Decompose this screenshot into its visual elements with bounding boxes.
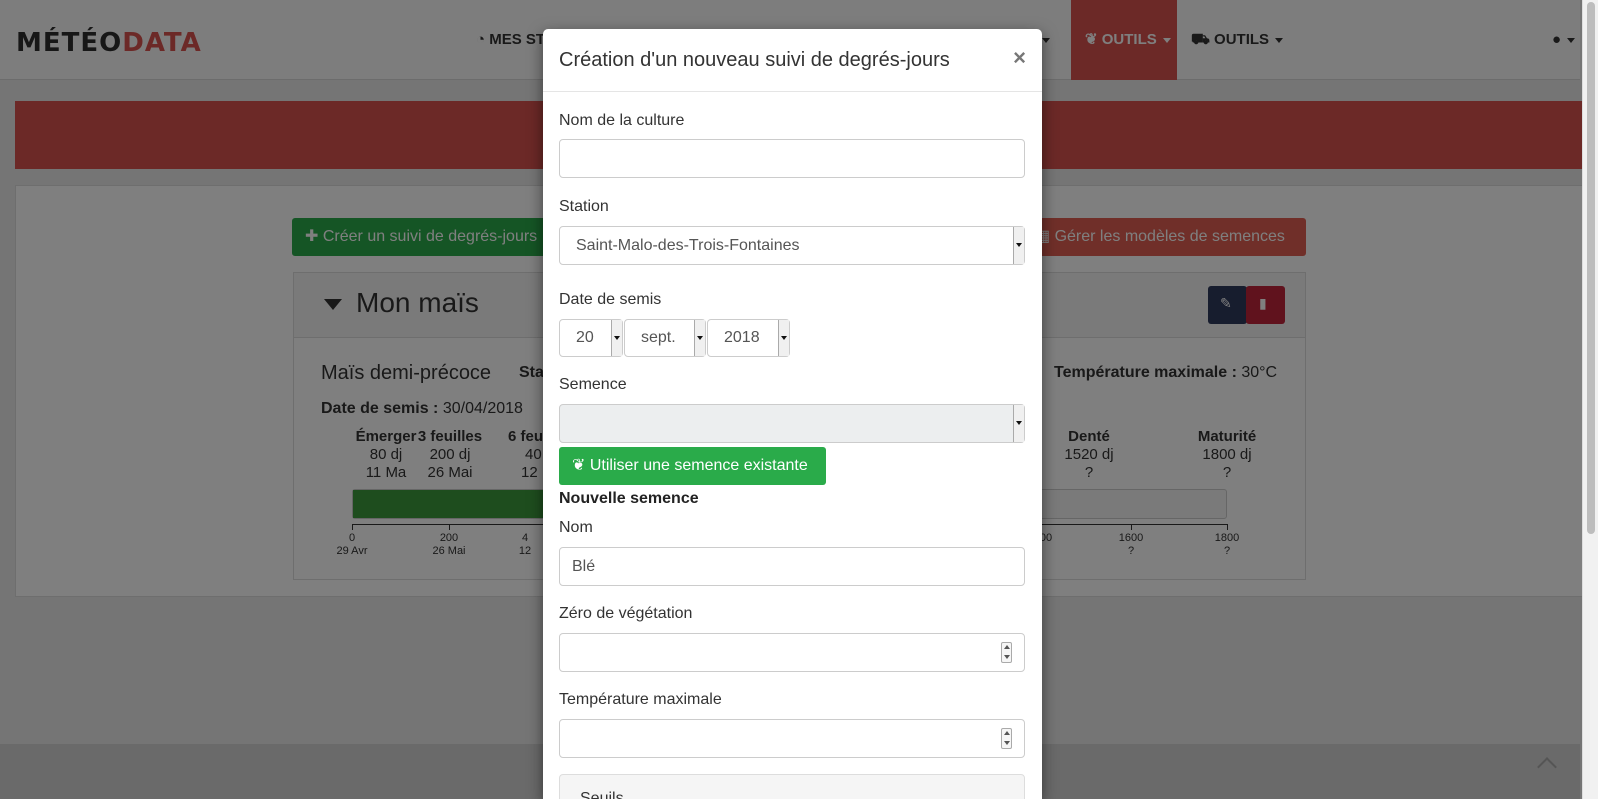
number-spinner-icon[interactable] — [1001, 728, 1012, 749]
sowing-date-label: Date de semis — [559, 291, 662, 308]
sowing-day-select[interactable]: 20 — [559, 319, 623, 357]
chevron-down-icon — [694, 320, 705, 356]
seed-label: Semence — [559, 376, 627, 393]
zero-vegetation-label: Zéro de végétation — [559, 605, 693, 622]
number-spinner-icon[interactable] — [1001, 642, 1012, 663]
use-existing-seed-button[interactable]: ❦ Utiliser une semence existante — [559, 447, 826, 485]
leaf-icon: ❦ — [572, 457, 586, 474]
zero-vegetation-input[interactable] — [559, 633, 1025, 672]
modal-title: Création d'un nouveau suivi de degrés-jo… — [559, 49, 950, 71]
culture-name-input[interactable] — [559, 139, 1025, 178]
create-tracking-modal: Création d'un nouveau suivi de degrés-jo… — [543, 29, 1042, 799]
page-scrollbar[interactable] — [1582, 0, 1598, 799]
thresholds-label: Seuils — [580, 790, 624, 799]
chevron-down-icon — [1013, 227, 1024, 264]
station-select[interactable]: Saint-Malo-des-Trois-Fontaines — [559, 226, 1025, 265]
seed-name-label: Nom — [559, 519, 593, 536]
sowing-year-select[interactable]: 2018 — [707, 319, 790, 357]
max-temperature-input[interactable] — [559, 719, 1025, 758]
thresholds-panel[interactable]: Seuils — [559, 774, 1025, 799]
seed-select[interactable] — [559, 404, 1025, 443]
max-temperature-label: Température maximale — [559, 691, 722, 708]
seed-name-input[interactable]: Blé — [559, 547, 1025, 586]
modal-header: Création d'un nouveau suivi de degrés-jo… — [543, 29, 1042, 92]
sowing-month-select[interactable]: sept. — [624, 319, 706, 357]
chevron-down-icon — [1013, 405, 1024, 442]
close-icon[interactable]: × — [1013, 47, 1026, 69]
scrollbar-thumb[interactable] — [1587, 2, 1595, 534]
culture-name-label: Nom de la culture — [559, 112, 685, 129]
chevron-down-icon — [611, 320, 622, 356]
station-label: Station — [559, 198, 609, 215]
new-seed-title: Nouvelle semence — [559, 490, 699, 507]
chevron-down-icon — [778, 320, 789, 356]
